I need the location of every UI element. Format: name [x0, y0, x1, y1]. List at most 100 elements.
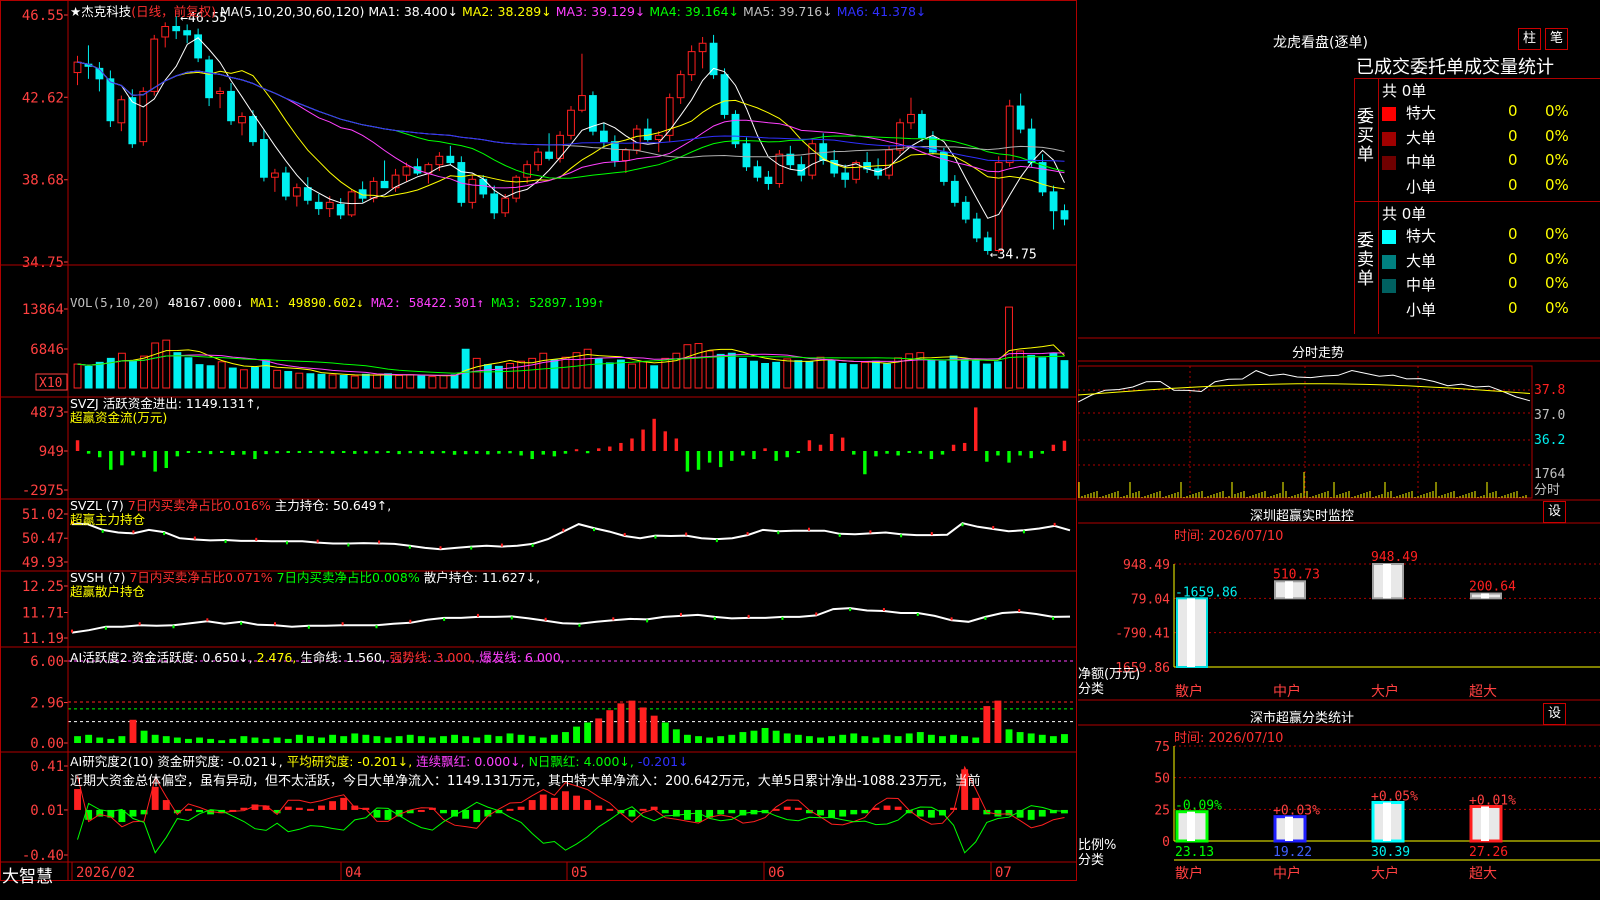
panel-frame: 2026/02 04 05 06 07	[0, 0, 1077, 881]
ai1-bar	[905, 733, 913, 743]
svzj-bar	[330, 451, 335, 454]
svzj-bar	[197, 451, 202, 453]
svzj-bar	[297, 451, 302, 453]
svzj-bar	[574, 449, 579, 452]
szstat-value-label: 19.22	[1273, 845, 1312, 860]
minute-ytick: 37.0	[1534, 408, 1565, 423]
candle	[731, 113, 740, 145]
szstat-settings-button[interactable]: 设	[1543, 703, 1566, 725]
ai2-line-green	[77, 801, 1065, 854]
svzj-bar	[275, 451, 279, 454]
svzj-bar	[641, 429, 645, 451]
svzj-bar	[175, 451, 180, 457]
svzj-bar	[940, 451, 945, 455]
vol-bar	[727, 352, 736, 389]
candle	[73, 61, 82, 74]
szstat-cat-label: 超大	[1469, 866, 1497, 882]
ai2-bar	[384, 809, 392, 820]
ai1-bar	[994, 700, 1002, 743]
szstat-bar-shine	[1383, 802, 1391, 841]
vol-bar	[173, 352, 182, 389]
candle	[270, 172, 279, 178]
vol-bar	[838, 362, 847, 389]
ai1-bar	[340, 736, 348, 743]
szstat-cat-label: 大户	[1371, 865, 1399, 882]
vol-bar	[117, 352, 126, 389]
vol-bar	[783, 358, 792, 389]
candle	[687, 51, 696, 76]
ai2-bar	[695, 809, 702, 823]
ai2-bar	[373, 809, 381, 818]
svzl-position: 主力持仓: 50.649↑,	[274, 498, 392, 513]
szstat-change-label: +0.05%	[1371, 790, 1418, 805]
sz-monitor-chart: 948.4979.04-790.41-1659.86-1659.86散户510.…	[1078, 499, 1600, 701]
stock-name[interactable]: ★杰克科技	[70, 4, 131, 19]
szmon-bar-shine	[1285, 581, 1293, 599]
ai1-bar	[495, 736, 503, 743]
szstat-cat-label: 中户	[1273, 865, 1301, 882]
ai1-bar	[739, 732, 747, 743]
svzj-bar	[486, 451, 490, 455]
candle	[698, 42, 707, 53]
ai1-bar	[473, 737, 481, 743]
svsh-subtitle: 超赢散户持仓	[70, 584, 146, 599]
candle	[336, 203, 345, 216]
vol-bar	[506, 362, 514, 389]
svsh-ytick-label: 12.25	[22, 579, 64, 595]
svzj-bar	[630, 438, 634, 451]
ai1-bar	[983, 706, 991, 743]
candle	[1049, 191, 1058, 212]
candle	[227, 90, 235, 122]
ai2-bar	[329, 801, 337, 810]
svzl-ytick-label: 51.02	[22, 507, 64, 523]
svzj-bar	[785, 451, 789, 458]
svzj-bar	[1062, 440, 1067, 451]
candle	[260, 139, 268, 178]
candle	[775, 153, 784, 185]
vol-bar	[572, 352, 581, 389]
szstat-ytick: 0	[1162, 835, 1170, 850]
szstat-bar-shine	[1285, 816, 1293, 841]
szstat-ylabel: 比例%	[1078, 838, 1117, 853]
ai1-bar	[528, 736, 536, 743]
ai2-bar	[417, 809, 425, 812]
ai1-bar	[318, 737, 325, 743]
svzj-bar	[308, 451, 313, 453]
ai1-bar	[584, 722, 592, 743]
candle	[918, 113, 926, 138]
svzj-bar	[408, 451, 412, 454]
svzj-bar	[752, 451, 756, 460]
svsh-name: SVSH (7)	[70, 570, 126, 585]
ai2-bar	[606, 808, 614, 811]
svzj-bar	[430, 451, 435, 454]
candle	[183, 30, 192, 36]
svzj-bar	[763, 448, 767, 451]
szstat-ytick: 25	[1154, 803, 1170, 818]
vol-bar	[239, 369, 248, 389]
ai1-bar	[972, 737, 980, 743]
szmon-settings-button[interactable]: 设	[1543, 501, 1566, 523]
vol-bar	[339, 374, 348, 389]
candle	[216, 90, 224, 94]
szmon-time: 时间: 2026/07/10	[1174, 529, 1284, 544]
ai2-bar	[839, 809, 847, 817]
candle	[95, 67, 104, 80]
vol-bar	[1060, 360, 1069, 389]
szstat-xlabel: 分类	[1078, 853, 1105, 868]
svzj-bar	[885, 451, 889, 454]
szstat-title: 深市超赢分类统计	[1250, 711, 1355, 726]
svzj-bar	[1040, 451, 1044, 454]
svzj-bar	[1051, 444, 1056, 451]
svzj-bar	[619, 442, 623, 451]
ai2-bar	[861, 809, 869, 814]
vol-ma2: MA2: 58422.301↑	[371, 295, 484, 310]
svzl-subtitle: 超赢主力持仓	[70, 512, 146, 527]
vol-bar	[960, 359, 969, 389]
ai1-bar	[107, 738, 115, 743]
svzj-bar	[219, 451, 224, 453]
candle	[205, 59, 213, 99]
ai1-bar	[417, 736, 425, 743]
ai2-bar	[972, 797, 980, 810]
ai1-bar	[329, 734, 337, 743]
right-charts: 37.8 37.0 36.2 1764分时 948.49 79.04 -790.41 -16…	[1078, 337, 1600, 882]
